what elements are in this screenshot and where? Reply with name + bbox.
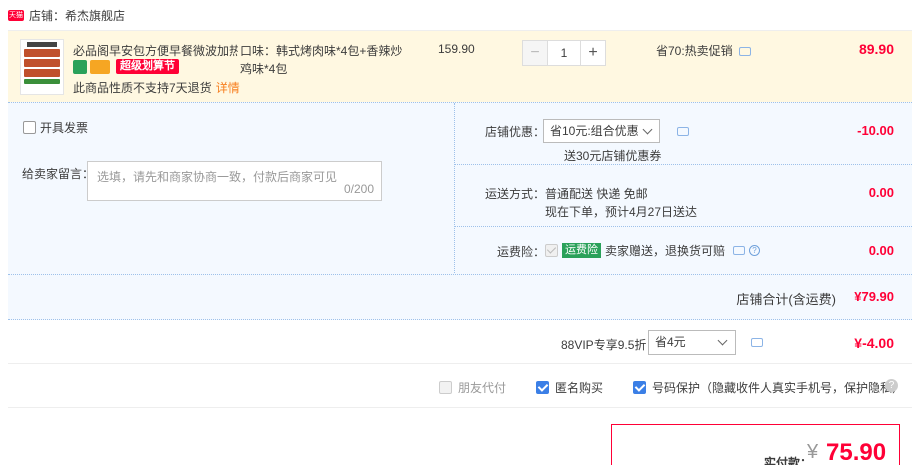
shop-total-label: 店铺合计(含运费)	[736, 292, 836, 307]
payment-summary: 实付款： ¥ 75.90	[611, 424, 900, 465]
vip-discount-row: 88VIP专享9.5折 省4元 ¥-4.00	[8, 320, 912, 364]
message-label: 给卖家留言：	[22, 167, 95, 181]
shop-header: 天猫 店铺：希杰旗舰店	[0, 0, 921, 30]
friend-pay-label: 朋友代付	[458, 381, 507, 395]
order-options: 开具发票 给卖家留言： 选填，请先和商家协商一致，付款后商家可见 0/200 店…	[8, 102, 912, 275]
number-protect-option[interactable]: 号码保护（隐藏收件人真实手机号，保护隐私）	[633, 379, 904, 396]
insurance-row: 运费险： 运费险 卖家赠送，退换货可赔 ? 0.00	[455, 227, 912, 275]
insurance-tag: 运费险	[562, 243, 601, 258]
item-subtotal: 89.90	[858, 41, 894, 57]
card-icon	[90, 59, 110, 74]
insurance-option: 运费险 卖家赠送，退换货可赔 ?	[545, 242, 761, 259]
shipping-label: 运送方式：	[484, 187, 545, 201]
friend-pay-option[interactable]: 朋友代付	[439, 379, 506, 396]
shop-total-row: 店铺合计(含运费) ¥79.90	[8, 274, 912, 320]
return-policy-text: 此商品性质不支持7天退货	[73, 81, 212, 95]
discount-info: 省70:热卖促销	[656, 42, 751, 59]
delivery-estimate: 现在下单，预计4月27日送达	[545, 205, 698, 219]
chevron-down-icon	[642, 124, 653, 135]
message-placeholder: 选填，请先和商家协商一致，付款后商家可见	[97, 170, 338, 184]
payment-label: 实付款：	[764, 456, 813, 465]
promo-tag: 超级划算节	[116, 59, 179, 74]
anonymous-label: 匿名购买	[555, 381, 604, 395]
purchase-options-row: 朋友代付 匿名购买 号码保护（隐藏收件人真实手机号，保护隐私） ?	[8, 364, 912, 408]
invoice-checkbox[interactable]	[23, 121, 36, 134]
insurance-amount: 0.00	[868, 243, 894, 258]
product-row: 必品阁早安包方便早餐微波加热... 超级划算节 此商品性质不支持7天退货 详情 口…	[8, 30, 912, 102]
tmall-badge-icon: 天猫	[8, 9, 24, 21]
qty-input[interactable]: 1	[548, 40, 580, 66]
shop-name-link[interactable]: 店铺：希杰旗舰店	[29, 7, 125, 24]
quantity-stepper: − 1 +	[522, 40, 606, 66]
number-protect-checkbox[interactable]	[633, 381, 646, 394]
chevron-down-icon	[717, 335, 728, 346]
friend-pay-checkbox[interactable]	[439, 381, 452, 394]
coupon-select-value: 省10元:组合优惠	[550, 124, 639, 138]
return-policy-note: 此商品性质不支持7天退货 详情	[73, 79, 240, 96]
coupon-note: 送30元店铺优惠券	[564, 149, 662, 163]
help-icon[interactable]: ?	[885, 379, 898, 392]
qty-decrease-button[interactable]: −	[522, 40, 548, 66]
invoice-option[interactable]: 开具发票	[23, 119, 88, 136]
number-protect-label: 号码保护（隐藏收件人真实手机号，保护隐私）	[652, 381, 905, 395]
message-char-count: 0/200	[343, 182, 374, 196]
chat-icon[interactable]	[677, 127, 689, 136]
insurance-checkbox	[545, 244, 558, 257]
vip-amount: ¥-4.00	[854, 335, 894, 351]
seller-message-input[interactable]: 选填，请先和商家协商一致，付款后商家可见 0/200	[87, 161, 382, 201]
insurance-label: 运费险：	[496, 245, 545, 259]
shipping-info: 普通配送 快递 免邮 现在下单，预计4月27日送达	[545, 185, 697, 221]
shop-total-value: ¥79.90	[854, 289, 894, 304]
vip-label: 88VIP专享9.5折	[561, 338, 647, 352]
product-thumbnail[interactable]	[20, 39, 64, 95]
chat-icon[interactable]	[738, 47, 751, 57]
anonymous-checkbox[interactable]	[536, 381, 549, 394]
product-title-link[interactable]: 必品阁早安包方便早餐微波加热...	[73, 42, 238, 59]
insurance-text: 卖家赠送，退换货可赔	[605, 244, 726, 258]
service-icons: 超级划算节	[73, 59, 179, 74]
payment-amount: 75.90	[826, 439, 887, 465]
coupon-label: 店铺优惠：	[484, 125, 545, 139]
help-icon[interactable]: ?	[749, 245, 761, 256]
chat-icon[interactable]	[751, 338, 763, 347]
anonymous-option[interactable]: 匿名购买	[536, 379, 603, 396]
shipping-method: 普通配送 快递 免邮	[545, 187, 648, 201]
vip-discount-select[interactable]: 省4元	[648, 330, 736, 355]
vip-select-value: 省4元	[655, 335, 686, 349]
currency-symbol: ¥	[807, 441, 819, 463]
qty-increase-button[interactable]: +	[580, 40, 606, 66]
unit-price: 159.90	[438, 42, 475, 56]
coupon-select[interactable]: 省10元:组合优惠	[543, 119, 660, 143]
product-spec: 口味：韩式烤肉味*4包+香辣炒鸡味*4包	[240, 44, 403, 76]
guarantee-icon	[73, 59, 87, 74]
options-left: 开具发票 给卖家留言： 选填，请先和商家协商一致，付款后商家可见 0/200	[8, 103, 455, 275]
policy-detail-link[interactable]: 详情	[216, 81, 240, 95]
invoice-label: 开具发票	[40, 121, 89, 135]
shipping-row: 运送方式： 普通配送 快递 免邮 现在下单，预计4月27日送达 0.00	[455, 165, 912, 227]
shipping-amount: 0.00	[868, 185, 894, 200]
shop-coupon-row: 店铺优惠： 省10元:组合优惠 送30元店铺优惠券 -10.00	[455, 103, 912, 165]
coupon-amount: -10.00	[857, 123, 894, 138]
chat-icon[interactable]	[733, 246, 746, 255]
discount-text: 省70:热卖促销	[656, 44, 733, 58]
